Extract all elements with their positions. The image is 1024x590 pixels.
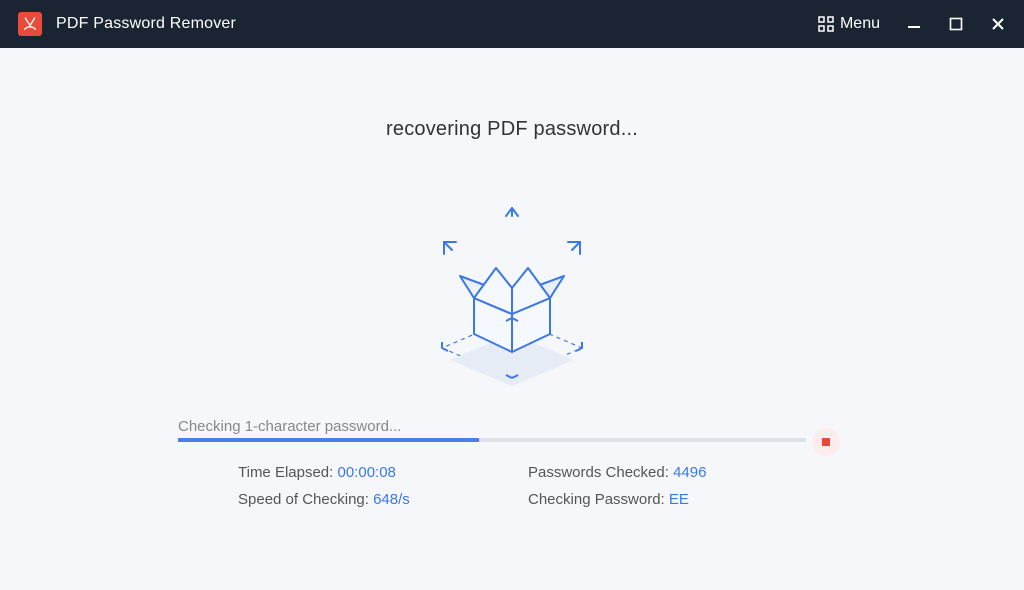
progress-bar xyxy=(178,438,806,442)
speed-row: Speed of Checking: 648/s xyxy=(238,491,528,508)
stop-icon xyxy=(822,438,830,446)
titlebar: PDF Password Remover Menu xyxy=(0,0,1024,48)
menu-button[interactable]: Menu xyxy=(818,15,880,33)
menu-grid-icon xyxy=(818,16,834,32)
page-title: recovering PDF password... xyxy=(0,118,1024,141)
time-elapsed-label: Time Elapsed: xyxy=(238,464,338,481)
app-title: PDF Password Remover xyxy=(56,15,236,33)
checking-password-label: Checking Password: xyxy=(528,491,669,508)
main-content: recovering PDF password... xyxy=(0,48,1024,590)
menu-label: Menu xyxy=(840,15,880,33)
stats-grid: Time Elapsed: 00:00:08 Passwords Checked… xyxy=(238,464,838,508)
app-logo-icon xyxy=(18,12,42,36)
passwords-checked-row: Passwords Checked: 4496 xyxy=(528,464,818,481)
checking-password-row: Checking Password: EE xyxy=(528,491,818,508)
status-text: Checking 1-character password... xyxy=(178,418,401,435)
close-button[interactable] xyxy=(990,16,1006,32)
time-elapsed-row: Time Elapsed: 00:00:08 xyxy=(238,464,528,481)
progress-fill xyxy=(178,438,479,442)
passwords-checked-value: 4496 xyxy=(673,464,706,481)
checking-password-value: EE xyxy=(669,491,689,508)
speed-label: Speed of Checking: xyxy=(238,491,373,508)
passwords-checked-label: Passwords Checked: xyxy=(528,464,673,481)
maximize-button[interactable] xyxy=(948,16,964,32)
time-elapsed-value: 00:00:08 xyxy=(338,464,396,481)
speed-value: 648/s xyxy=(373,491,410,508)
scanning-box-illustration xyxy=(402,198,622,398)
stop-button[interactable] xyxy=(812,428,840,456)
window-controls xyxy=(906,16,1006,32)
minimize-button[interactable] xyxy=(906,16,922,32)
